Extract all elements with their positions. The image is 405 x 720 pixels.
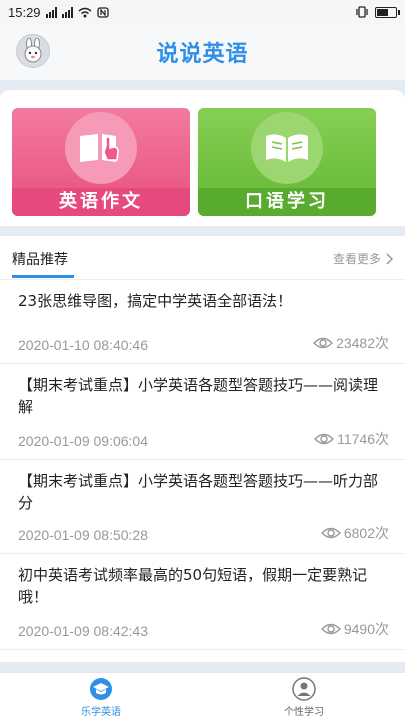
- view-more-link[interactable]: 查看更多: [333, 250, 393, 267]
- graduation-cap-icon: [90, 677, 112, 700]
- book-hand-icon: [80, 134, 119, 162]
- article-views: 6802次: [320, 523, 389, 543]
- article-view-count: 6802次: [343, 525, 389, 541]
- tab-home-label: 乐学英语: [81, 706, 121, 718]
- category-essay-label: 英语作文: [12, 188, 190, 216]
- eye-icon: [313, 337, 334, 349]
- article-item[interactable]: 【期末考试重点】小学英语各题型答题技巧——听力部分 2020-01-09 08:…: [0, 460, 405, 554]
- article-view-count: 9490次: [343, 621, 389, 637]
- main-content: 英语作文 口语学习 精品推荐 查看更多 23张思维导图，搞定中学英语全部语法！ …: [0, 80, 405, 672]
- app-header: 说说英语: [0, 24, 405, 80]
- chevron-right-icon: [386, 252, 393, 265]
- article-item[interactable]: 【期末考试重点】小学英语各题型答题技巧——阅读理解 2020-01-09 09:…: [0, 364, 405, 460]
- article-view-count: 11746次: [337, 431, 389, 447]
- article-date: 2020-01-09 08:50:28: [18, 527, 148, 543]
- tab-home[interactable]: 乐学英语: [0, 673, 202, 720]
- view-more-label: 查看更多: [332, 252, 381, 266]
- app-title: 说说英语: [156, 42, 249, 67]
- category-oral-card[interactable]: 口语学习: [198, 108, 376, 216]
- article-views: 11746次: [314, 429, 389, 449]
- wifi-icon: [78, 7, 92, 17]
- tab-personal[interactable]: 个性学习: [203, 673, 405, 720]
- article-title: 23张思维导图，搞定中学英语全部语法！: [18, 292, 293, 310]
- article-title: 【期末考试重点】小学英语各题型答题技巧——听力部分: [18, 472, 379, 512]
- category-panel: 英语作文 口语学习: [0, 90, 405, 226]
- signal-icon: [45, 6, 57, 18]
- article-date: 2020-01-09 09:06:04: [18, 433, 148, 449]
- section-underline: [12, 275, 74, 278]
- article-date: 2020-01-09 08:42:43: [18, 623, 148, 639]
- article-title: 【期末考试重点】小学英语各题型答题技巧——阅读理解: [18, 376, 379, 416]
- category-essay-card[interactable]: 英语作文: [12, 108, 190, 216]
- article-views: 9490次: [320, 619, 389, 639]
- battery-icon: [375, 6, 400, 18]
- eye-icon: [314, 433, 335, 445]
- status-bar: 15:29: [0, 0, 405, 24]
- person-icon: [292, 676, 316, 701]
- eye-icon: [320, 623, 341, 635]
- section-header: 精品推荐 查看更多: [0, 236, 405, 280]
- article-view-count: 23482次: [336, 335, 389, 351]
- tab-personal-label: 个性学习: [284, 706, 324, 718]
- recommend-section: 精品推荐 查看更多 23张思维导图，搞定中学英语全部语法！ 2020-01-10…: [0, 236, 405, 662]
- bottom-tab-bar: 乐学英语 个性学习: [0, 672, 405, 720]
- article-title: 初中英语考试频率最高的50句短语，假期一定要熟记哦！: [18, 566, 368, 606]
- vibrate-icon: [356, 6, 368, 18]
- nfc-icon: [96, 6, 109, 18]
- article-item[interactable]: 23张思维导图，搞定中学英语全部语法！ 2020-01-10 08:40:46 …: [0, 280, 405, 364]
- eye-icon: [320, 527, 341, 539]
- article-item[interactable]: 初中英语考试频率最高的50句短语，假期一定要熟记哦！ 2020-01-09 08…: [0, 554, 405, 650]
- section-title: 精品推荐: [12, 252, 68, 268]
- open-book-icon: [266, 134, 308, 162]
- status-time: 15:29: [8, 4, 41, 20]
- article-views: 23482次: [313, 333, 389, 353]
- article-date: 2020-01-10 08:40:46: [18, 337, 148, 353]
- signal-icon-2: [61, 6, 73, 18]
- category-oral-label: 口语学习: [198, 188, 376, 216]
